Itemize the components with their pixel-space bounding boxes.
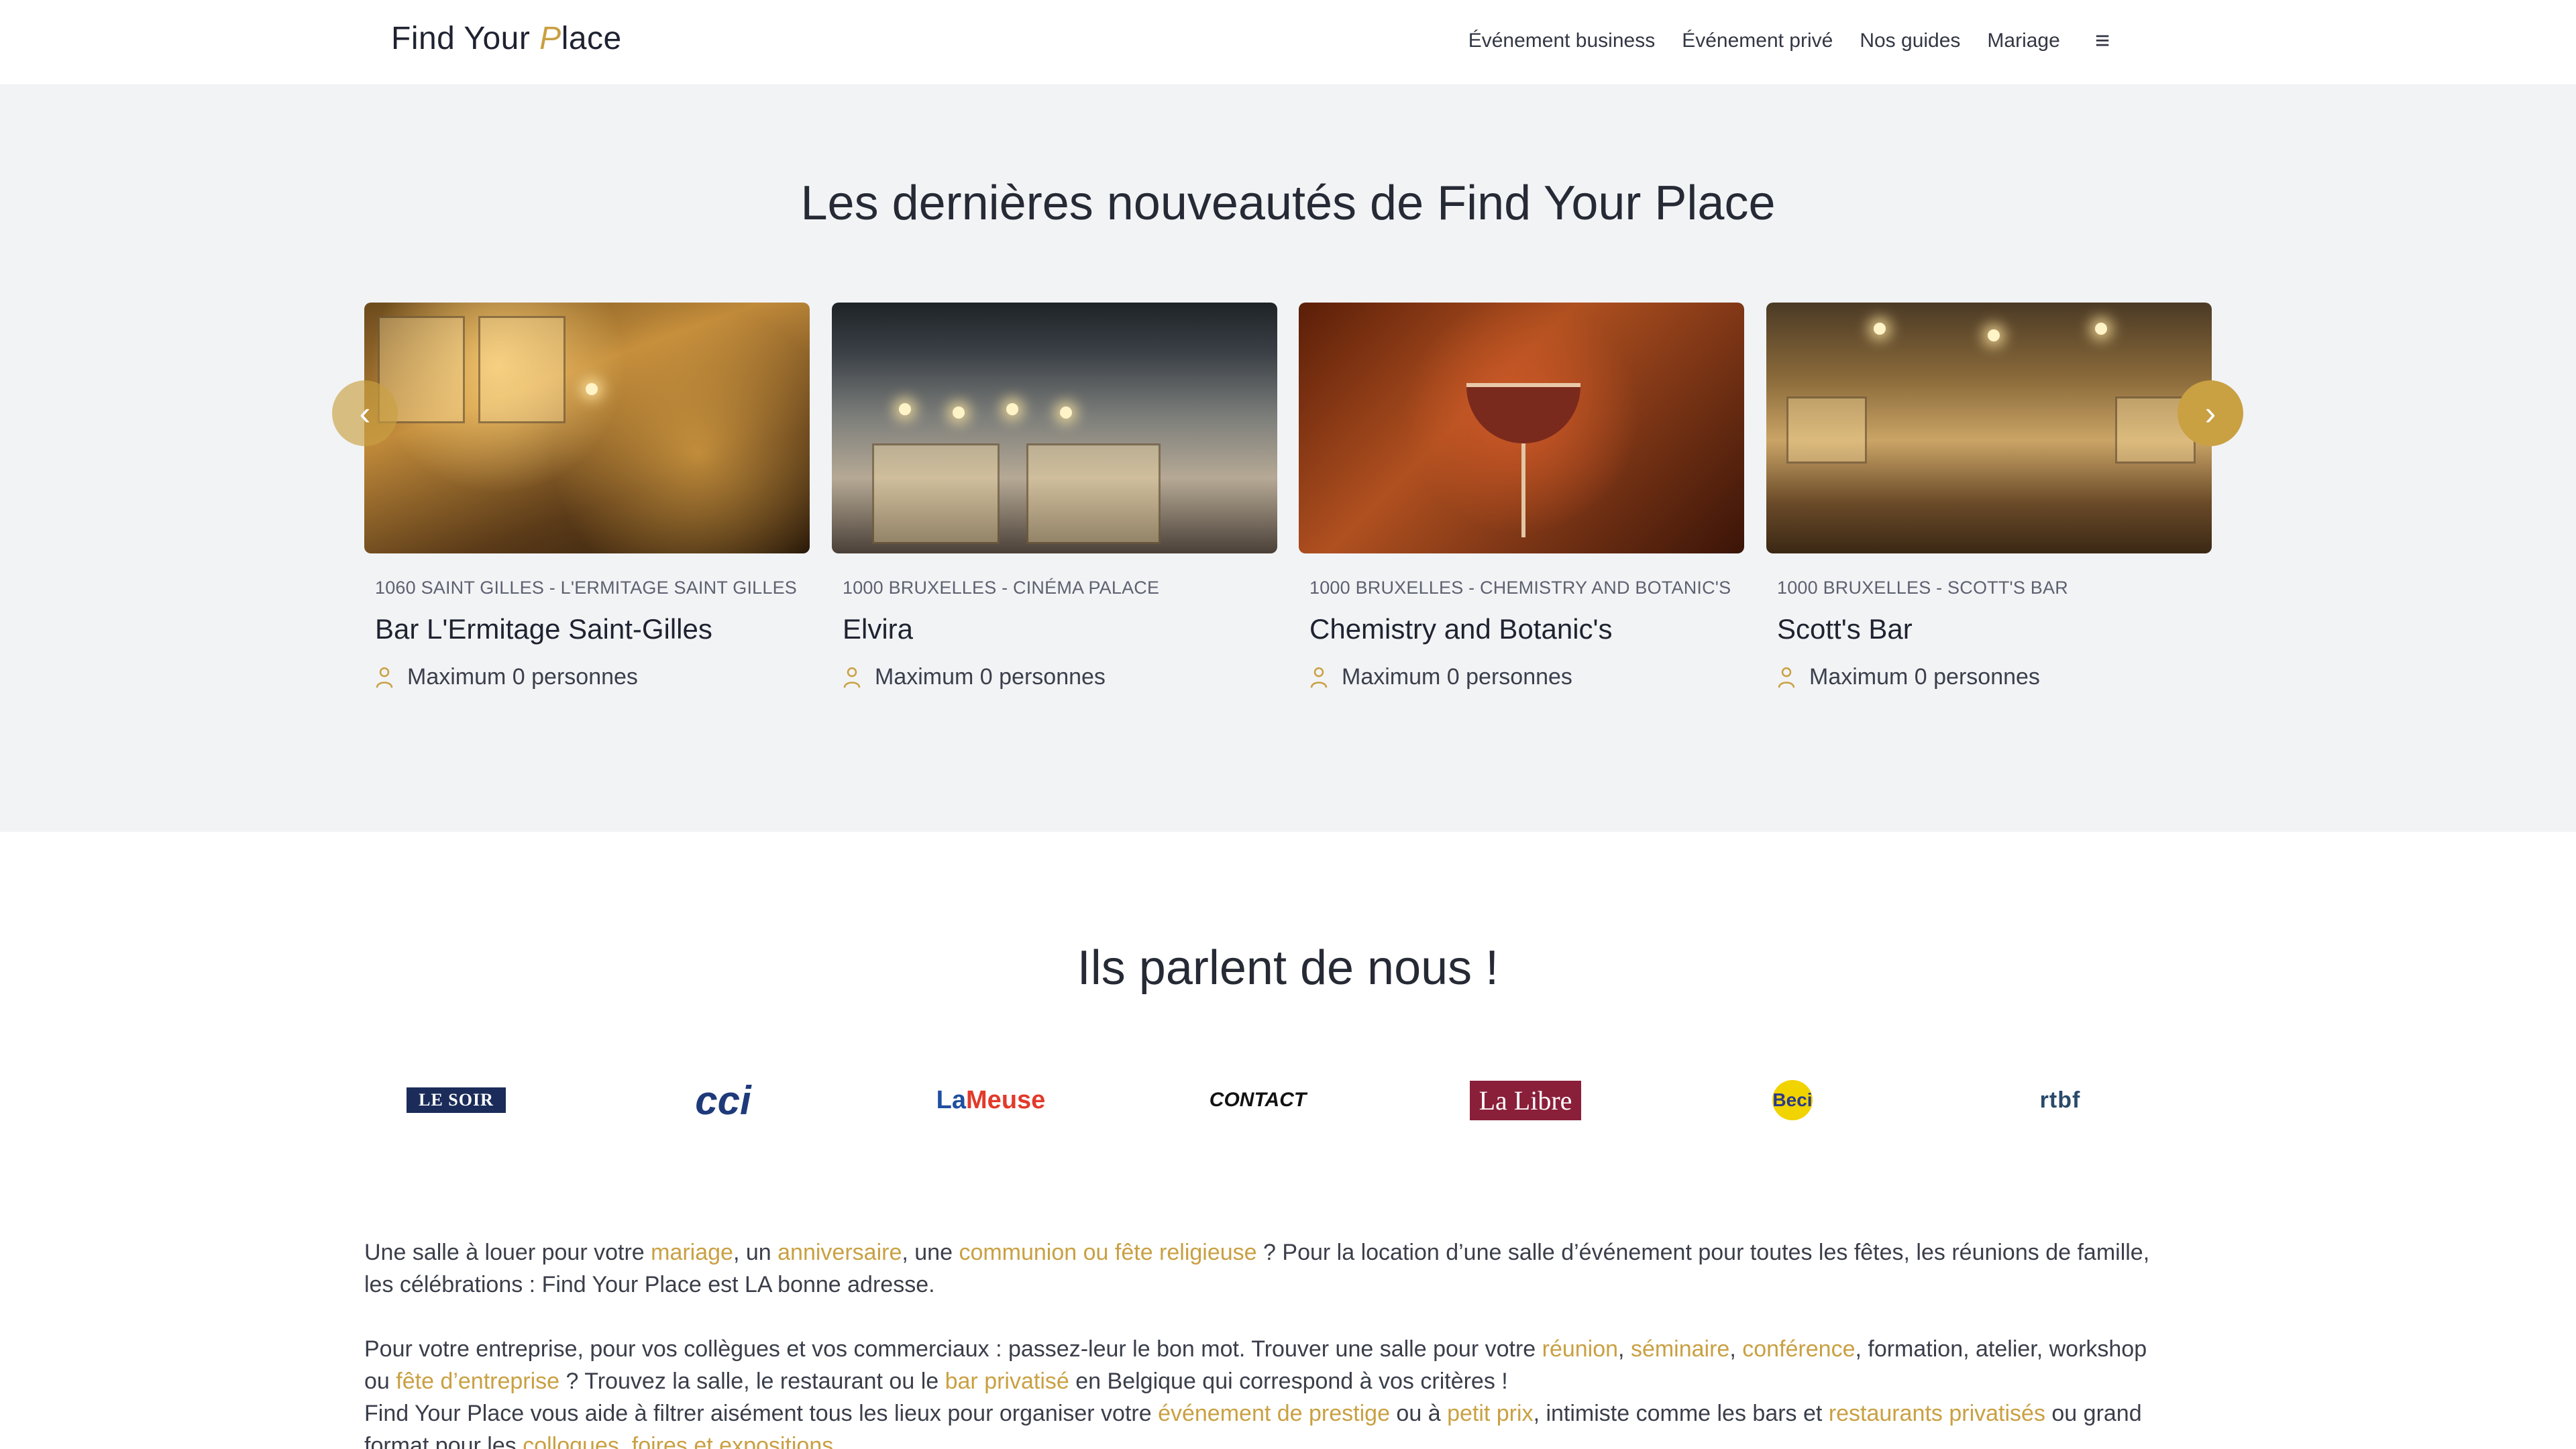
la-libre-logo: La Libre (1445, 1063, 1606, 1137)
link-anniversaire[interactable]: anniversaire (777, 1240, 902, 1265)
la-meuse-logo-part: La (936, 1085, 967, 1114)
venue-capacity-text: Maximum 0 personnes (1342, 664, 1572, 690)
text-run: Find Your Place vous aide à filtrer aisé… (364, 1401, 1159, 1426)
rtbf-logo-text: rtbf (2039, 1087, 2081, 1113)
venue-title[interactable]: Elvira (843, 613, 1277, 645)
nav-link-business[interactable]: Événement business (1468, 30, 1656, 52)
la-libre-logo-text: La Libre (1469, 1080, 1582, 1120)
venue-card[interactable]: 1000 BRUXELLES - CINÉMA PALACE Elvira Ma… (832, 303, 1277, 690)
venue-card[interactable]: 1060 SAINT GILLES - L'ERMITAGE SAINT GIL… (364, 303, 810, 690)
le-soir-logo-text: LE SOIR (407, 1087, 506, 1113)
text-run: Pour votre entreprise, pour vos collègue… (364, 1336, 1542, 1362)
text-run: ou à (1389, 1401, 1448, 1426)
nav-link-wedding[interactable]: Mariage (1987, 30, 2059, 52)
press-logos: LE SOIR cci LaMeuse CONTACT La Libre Bec… (376, 1063, 2200, 1137)
venue-location: 1000 BRUXELLES - CHEMISTRY AND BOTANIC'S (1309, 578, 1731, 598)
intro-paragraph: Une salle à louer pour votre mariage, un… (364, 1236, 2155, 1301)
link-communion[interactable]: communion ou fête religieuse (959, 1240, 1256, 1265)
la-meuse-logo-text: LaMeuse (936, 1086, 1046, 1115)
venue-location: 1060 SAINT GILLES - L'ERMITAGE SAINT GIL… (375, 578, 797, 598)
logo-text-part: Find Your (391, 21, 540, 56)
beci-logo-text: Beci (1772, 1080, 1813, 1120)
text-run: , une (902, 1240, 959, 1265)
person-icon (376, 667, 393, 688)
chevron-left-icon: ‹ (359, 394, 371, 432)
venue-capacity: Maximum 0 personnes (1777, 664, 2212, 690)
radio-contact-logo-text: CONTACT (1209, 1089, 1307, 1111)
link-seminaire[interactable]: séminaire (1631, 1336, 1729, 1362)
text-run: Une salle à louer pour votre (364, 1240, 651, 1265)
venue-capacity-text: Maximum 0 personnes (875, 664, 1106, 690)
venue-carousel: 1060 SAINT GILLES - L'ERMITAGE SAINT GIL… (364, 303, 2212, 732)
link-conference[interactable]: conférence (1742, 1336, 1855, 1362)
text-run: , (1618, 1336, 1631, 1362)
cci-logo: cci (643, 1063, 804, 1137)
link-restaurants-privatises[interactable]: restaurants privatisés (1829, 1401, 2045, 1426)
site-header: Find Your Place Événement business Événe… (0, 0, 2576, 85)
la-meuse-logo: LaMeuse (910, 1063, 1071, 1137)
nav-link-guides[interactable]: Nos guides (1860, 30, 1960, 52)
carousel-prev-button[interactable]: ‹ (332, 380, 398, 446)
venue-photo[interactable] (832, 303, 1277, 553)
venue-capacity: Maximum 0 personnes (1309, 664, 1744, 690)
section-title: Les dernières nouveautés de Find Your Pl… (800, 176, 1776, 230)
text-run: ... (833, 1433, 853, 1449)
link-colloques[interactable]: colloques, foires et expositions (523, 1433, 833, 1449)
link-petit-prix[interactable]: petit prix (1447, 1401, 1534, 1426)
rtbf-logo: rtbf (1980, 1063, 2141, 1137)
venue-photo[interactable] (1299, 303, 1744, 553)
person-icon (843, 667, 861, 688)
link-bar-privatise[interactable]: bar privatisé (945, 1368, 1069, 1394)
nav-link-private[interactable]: Événement privé (1682, 30, 1833, 52)
venue-title[interactable]: Chemistry and Botanic's (1309, 613, 1744, 645)
venue-capacity: Maximum 0 personnes (843, 664, 1277, 690)
venue-photo[interactable] (364, 303, 810, 553)
person-icon (1310, 667, 1328, 688)
venue-capacity: Maximum 0 personnes (375, 664, 810, 690)
text-run: , un (733, 1240, 778, 1265)
beci-logo: Beci (1712, 1063, 1873, 1137)
venue-location: 1000 BRUXELLES - SCOTT'S BAR (1777, 578, 2068, 598)
radio-contact-logo: CONTACT (1177, 1063, 1338, 1137)
venue-capacity-text: Maximum 0 personnes (1809, 664, 2040, 690)
le-soir-logo: LE SOIR (376, 1063, 537, 1137)
intro-text: Une salle à louer pour votre mariage, un… (364, 1236, 2155, 1449)
logo-accent-letter: P (539, 21, 561, 56)
link-reunion[interactable]: réunion (1542, 1336, 1618, 1362)
la-meuse-logo-part: Meuse (966, 1085, 1046, 1114)
latest-venues-section: Les dernières nouveautés de Find Your Pl… (0, 85, 2576, 832)
chevron-right-icon: › (2204, 394, 2216, 432)
link-mariage[interactable]: mariage (651, 1240, 733, 1265)
venue-location: 1000 BRUXELLES - CINÉMA PALACE (843, 578, 1160, 598)
site-logo[interactable]: Find Your Place (391, 20, 622, 57)
venue-title[interactable]: Bar L'Ermitage Saint-Gilles (375, 613, 810, 645)
text-run: en Belgique qui correspond à vos critère… (1069, 1368, 1508, 1394)
link-fete-entreprise[interactable]: fête d’entreprise (396, 1368, 559, 1394)
cci-logo-text: cci (695, 1077, 751, 1123)
logo-text-part: lace (561, 21, 622, 56)
person-icon (1778, 667, 1795, 688)
text-run: , (1729, 1336, 1743, 1362)
text-run: ? Trouvez la salle, le restaurant ou le (559, 1368, 945, 1394)
hamburger-menu-icon[interactable]: ≡ (2095, 28, 2110, 54)
intro-paragraph: Pour votre entreprise, pour vos collègue… (364, 1333, 2155, 1397)
section-title: Ils parlent de nous ! (1077, 941, 1499, 995)
intro-paragraph: Find Your Place vous aide à filtrer aisé… (364, 1397, 2155, 1449)
carousel-next-button[interactable]: › (2178, 380, 2243, 446)
text-run: , intimiste comme les bars et (1533, 1401, 1829, 1426)
venue-photo[interactable] (1766, 303, 2212, 553)
venue-title[interactable]: Scott's Bar (1777, 613, 2212, 645)
main-nav: Événement business Événement privé Nos g… (1468, 28, 2110, 54)
venue-card[interactable]: 1000 BRUXELLES - SCOTT'S BAR Scott's Bar… (1766, 303, 2212, 690)
venue-capacity-text: Maximum 0 personnes (407, 664, 638, 690)
venue-card[interactable]: 1000 BRUXELLES - CHEMISTRY AND BOTANIC'S… (1299, 303, 1744, 690)
link-evenement-prestige[interactable]: événement de prestige (1158, 1401, 1390, 1426)
